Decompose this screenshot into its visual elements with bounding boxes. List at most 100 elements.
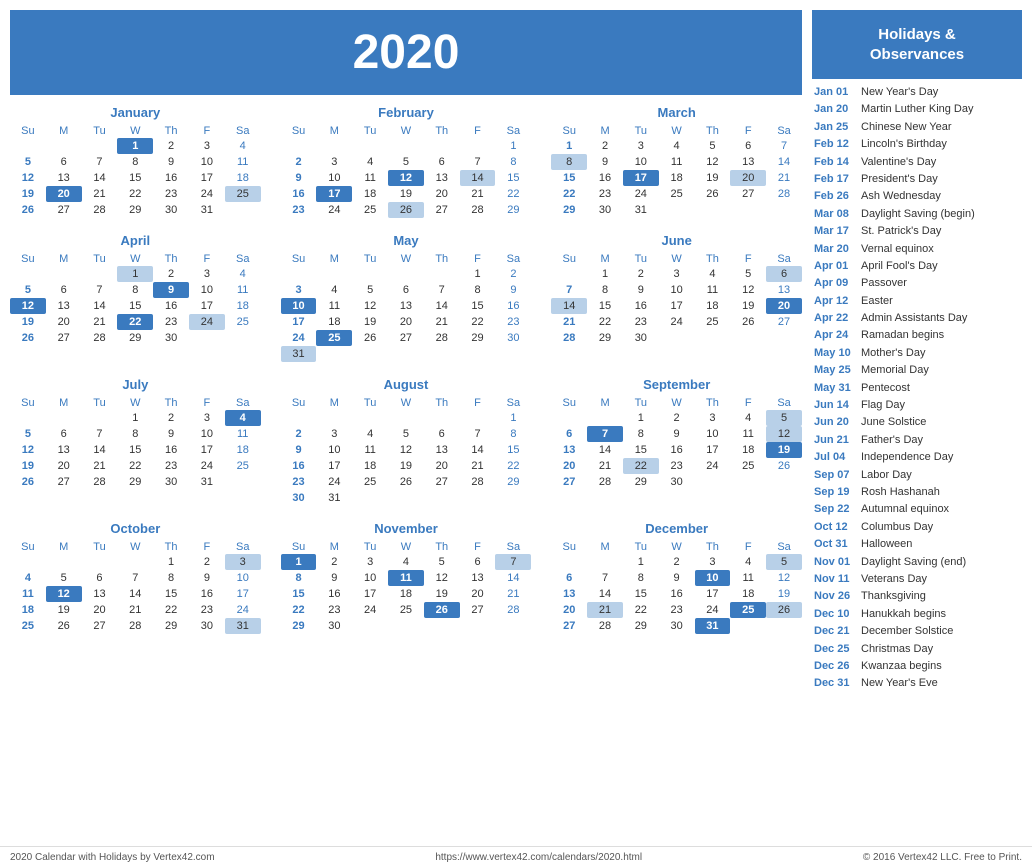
- calendar-day: 10: [225, 570, 261, 586]
- calendar-day: 2: [316, 554, 352, 570]
- calendar-day: 5: [10, 426, 46, 442]
- calendar-day: 5: [388, 426, 424, 442]
- calendar-day: 19: [730, 298, 766, 314]
- calendar-day: [352, 266, 388, 282]
- holiday-item: Jun 20June Solstice: [812, 414, 1022, 431]
- calendar-day: 20: [551, 458, 587, 474]
- calendar-day: 20: [424, 186, 460, 202]
- holiday-item: Jun 14Flag Day: [812, 397, 1022, 414]
- calendar-day: 10: [189, 426, 225, 442]
- calendar-day: 23: [189, 602, 225, 618]
- calendar-day: 27: [46, 330, 82, 346]
- holiday-item: Sep 07Labor Day: [812, 467, 1022, 484]
- calendar-day: [46, 266, 82, 282]
- calendar-day: 4: [730, 554, 766, 570]
- calendar-day: 28: [82, 474, 118, 490]
- calendar-day: 27: [766, 314, 802, 330]
- calendar-day: 1: [117, 410, 153, 426]
- holiday-item: Jan 20Martin Luther King Day: [812, 101, 1022, 118]
- holiday-name: Valentine's Day: [861, 155, 936, 170]
- calendar-day: 25: [316, 330, 352, 346]
- holiday-item: Dec 25Christmas Day: [812, 641, 1022, 658]
- year-header: 2020: [10, 10, 802, 95]
- holiday-name: Pentecost: [861, 381, 910, 396]
- calendar-day: [695, 474, 731, 490]
- calendar-day: 11: [352, 442, 388, 458]
- holiday-date: Apr 12: [814, 294, 856, 309]
- calendar-day: 8: [153, 570, 189, 586]
- calendar-day: 25: [225, 458, 261, 474]
- calendar-day: 31: [695, 618, 731, 634]
- calendar-day: [495, 346, 531, 362]
- holiday-item: Dec 10Hanukkah begins: [812, 606, 1022, 623]
- calendar-day: [352, 618, 388, 634]
- calendar-day: [10, 266, 46, 282]
- calendar-day: 4: [225, 138, 261, 154]
- calendar-day: 28: [82, 202, 118, 218]
- calendar-day: 15: [587, 298, 623, 314]
- holiday-date: May 31: [814, 381, 856, 396]
- weekday-header: F: [730, 124, 766, 138]
- calendar-day: 19: [766, 586, 802, 602]
- weekday-header: Th: [153, 252, 189, 266]
- calendar-day: 12: [10, 442, 46, 458]
- calendar-day: [659, 330, 695, 346]
- month-name: December: [551, 521, 802, 536]
- month-block-september: SeptemberSuMTuWThFSa12345678910111213141…: [551, 377, 802, 506]
- calendar-day: 13: [82, 586, 118, 602]
- holiday-name: Lincoln's Birthday: [861, 137, 947, 152]
- weekday-header: Th: [695, 540, 731, 554]
- calendar-day: 7: [117, 570, 153, 586]
- calendar-day: 16: [281, 458, 317, 474]
- calendar-day: 18: [730, 442, 766, 458]
- calendar-day: 22: [495, 458, 531, 474]
- holiday-item: May 31 Pentecost: [812, 380, 1022, 397]
- calendar-day: [388, 490, 424, 506]
- calendar-day: 3: [352, 554, 388, 570]
- weekday-header: Su: [10, 396, 46, 410]
- holiday-item: Dec 26Kwanzaa begins: [812, 658, 1022, 675]
- calendar-day: 20: [388, 314, 424, 330]
- weekday-header: Sa: [766, 396, 802, 410]
- holiday-name: Martin Luther King Day: [861, 102, 974, 117]
- calendar-day: 14: [587, 586, 623, 602]
- holiday-name: April Fool's Day: [861, 259, 938, 274]
- weekday-header: Tu: [623, 124, 659, 138]
- weekday-header: Sa: [766, 124, 802, 138]
- calendar-day: 12: [10, 170, 46, 186]
- calendar-day: 15: [117, 170, 153, 186]
- weekday-header: M: [316, 540, 352, 554]
- weekday-header: Su: [281, 540, 317, 554]
- calendar-day: [766, 330, 802, 346]
- calendar-day: 2: [659, 410, 695, 426]
- calendar-day: 29: [623, 618, 659, 634]
- holiday-date: Sep 22: [814, 502, 856, 517]
- calendar-day: 24: [225, 602, 261, 618]
- calendar-day: 23: [659, 458, 695, 474]
- calendar-day: [730, 474, 766, 490]
- month-table: SuMTuWThFSa12345678910111213141516171819…: [281, 252, 532, 362]
- calendar-day: 6: [730, 138, 766, 154]
- calendar-day: 3: [225, 554, 261, 570]
- holiday-date: Feb 14: [814, 155, 856, 170]
- calendar-day: 8: [117, 282, 153, 298]
- weekday-header: F: [460, 252, 496, 266]
- calendar-day: 9: [153, 154, 189, 170]
- calendar-day: [388, 346, 424, 362]
- weekday-header: Sa: [225, 124, 261, 138]
- weekday-header: W: [659, 540, 695, 554]
- calendar-day: 3: [281, 282, 317, 298]
- calendar-day: 12: [352, 298, 388, 314]
- calendar-day: 4: [316, 282, 352, 298]
- calendar-day: 29: [460, 330, 496, 346]
- calendar-day: [82, 554, 118, 570]
- calendar-day: 6: [46, 426, 82, 442]
- calendar-day: 14: [460, 442, 496, 458]
- calendar-day: 3: [189, 410, 225, 426]
- calendar-day: 7: [766, 138, 802, 154]
- calendar-day: 18: [730, 586, 766, 602]
- calendar-day: 22: [551, 186, 587, 202]
- calendar-day: 23: [659, 602, 695, 618]
- calendar-day: 4: [225, 410, 261, 426]
- holiday-item: Sep 19Rosh Hashanah: [812, 484, 1022, 501]
